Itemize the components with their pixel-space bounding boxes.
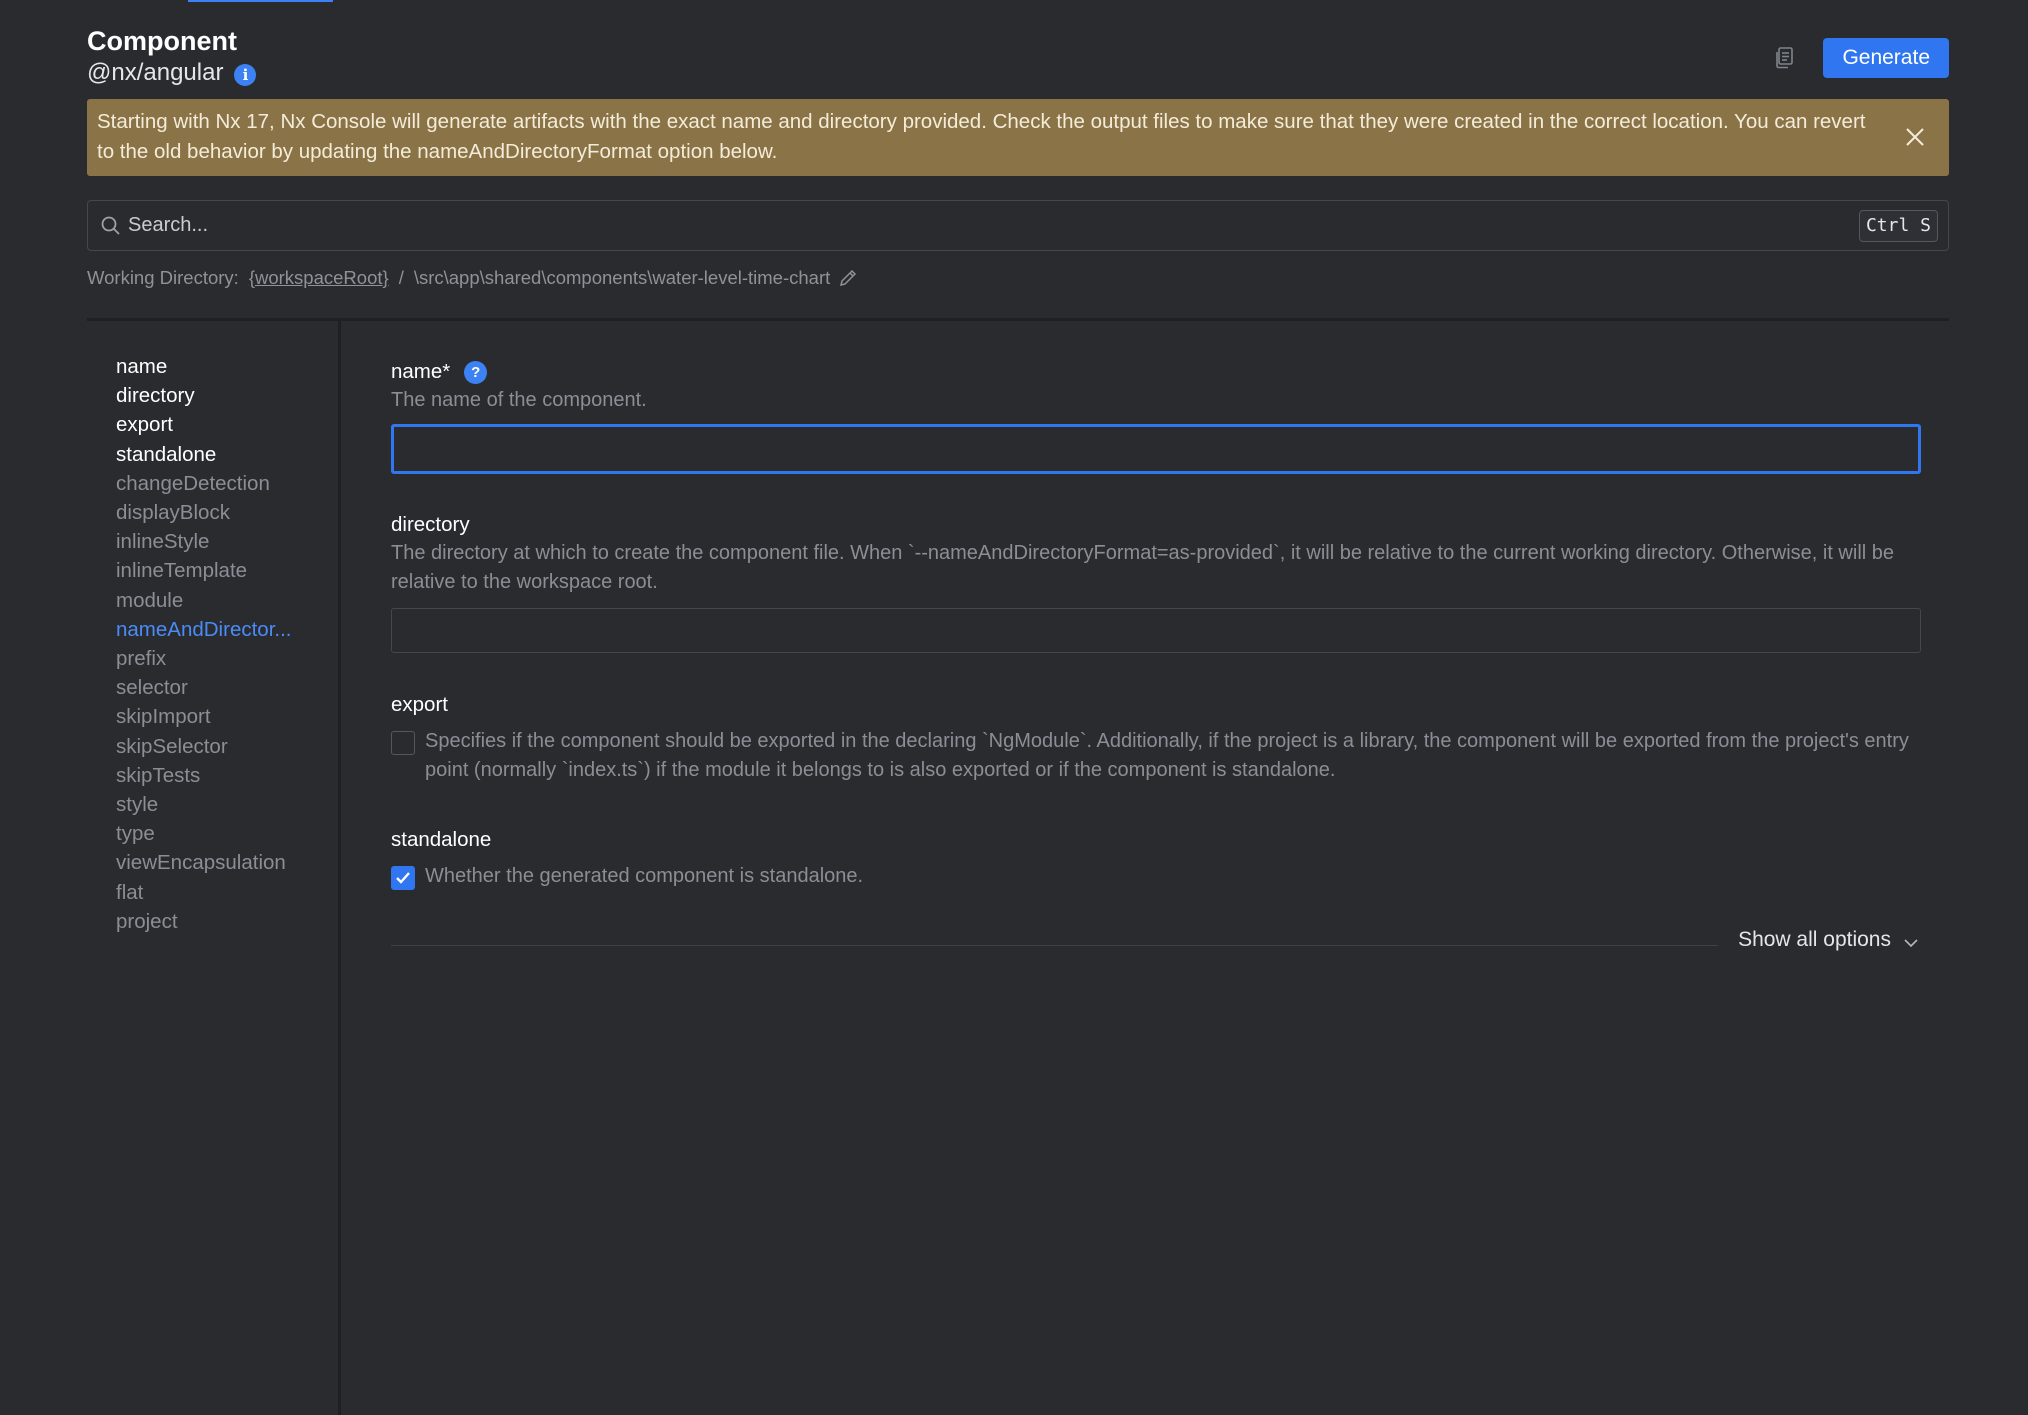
nav-item-standalone[interactable]: standalone [116,440,291,469]
generate-button[interactable]: Generate [1823,38,1949,78]
workspace-root-link[interactable]: {workspaceRoot} [249,267,389,289]
generator-page: Component @nx/angular i Generate Startin… [0,0,2028,1415]
field-export: export Specifies if the component should… [391,691,1921,786]
show-all-divider [391,944,1719,946]
warning-banner: Starting with Nx 17, Nx Console will gen… [87,99,1949,176]
help-icon[interactable]: ? [464,360,488,384]
active-tab-indicator [188,0,333,2]
nav-item-skiptests[interactable]: skipTests [116,761,291,790]
search-shortcut-badge: Ctrl S [1858,209,1938,242]
subtitle-row: @nx/angular i [87,58,1949,88]
show-all-options-row: Show all options [391,924,1921,956]
name-input[interactable] [391,423,1921,474]
nav-item-skipimport[interactable]: skipImport [116,702,291,731]
nav-item-style[interactable]: style [116,790,291,819]
nav-item-type[interactable]: type [116,819,291,848]
banner-text: Starting with Nx 17, Nx Console will gen… [97,110,1866,163]
generator-collection: @nx/angular [87,59,224,86]
standalone-checkbox[interactable] [391,865,415,890]
nav-item-skipselector[interactable]: skipSelector [116,732,291,761]
close-icon[interactable] [1901,123,1929,151]
show-all-options-label: Show all options [1738,928,1891,951]
options-nav: name directory export standalone changeD… [116,352,291,936]
nav-item-changedetection[interactable]: changeDetection [116,469,291,498]
standalone-checkbox-row: Whether the generated component is stand… [391,862,1921,892]
nav-item-inlinetemplate[interactable]: inlineTemplate [116,556,291,585]
field-directory-label: directory [391,512,470,536]
options-form: name* ? The name of the component. direc… [391,358,1921,891]
field-directory: directory The directory at which to crea… [391,511,1921,653]
header-actions: Generate [1771,38,1949,78]
check-icon [396,871,410,884]
nav-item-name[interactable]: name [116,352,291,381]
info-icon[interactable]: i [234,64,257,86]
nav-item-project[interactable]: project [116,907,291,936]
field-name: name* ? The name of the component. [391,358,1921,474]
chevron-down-icon [1903,933,1921,951]
export-checkbox-row: Specifies if the component should be exp… [391,727,1921,786]
working-directory-path: \src\app\shared\components\water-level-t… [413,267,831,288]
nav-item-directory[interactable]: directory [116,381,291,410]
nav-item-flat[interactable]: flat [116,878,291,907]
page-title: Component [87,26,237,56]
nav-item-selector[interactable]: selector [116,673,291,702]
pencil-icon[interactable] [838,268,858,288]
nav-item-viewencapsulation[interactable]: viewEncapsulation [116,848,291,877]
field-name-description: The name of the component. [391,389,647,411]
nav-item-prefix[interactable]: prefix [116,644,291,673]
field-directory-description: The directory at which to create the com… [391,541,1895,594]
search-bar: Ctrl S [87,200,1949,251]
directory-input[interactable] [391,607,1921,653]
nav-item-nameanddirectoryformat[interactable]: nameAndDirector... [116,615,291,644]
working-directory-label: Working Directory: [87,267,239,288]
export-checkbox[interactable] [391,730,415,755]
header-divider [87,318,1949,321]
nav-item-module[interactable]: module [116,586,291,615]
nav-item-inlinestyle[interactable]: inlineStyle [116,527,291,556]
field-name-label-row: name* ? [391,358,1921,386]
search-input[interactable] [128,214,1859,237]
nav-item-export[interactable]: export [116,410,291,439]
field-export-label: export [391,692,448,716]
search-icon [100,215,122,237]
path-separator: / [398,267,404,288]
field-standalone: standalone Whether the generated compone… [391,826,1921,892]
nav-item-displayblock[interactable]: displayBlock [116,498,291,527]
sidebar-divider [338,321,341,1415]
header: Component @nx/angular i Generate [87,26,1949,86]
copy-icon[interactable] [1771,45,1797,71]
field-export-description: Specifies if the component should be exp… [425,729,1909,782]
show-all-options-button[interactable]: Show all options [1738,928,1921,952]
field-name-label: name* [391,360,451,383]
working-directory: Working Directory: {workspaceRoot} / \sr… [87,267,858,289]
field-standalone-description: Whether the generated component is stand… [425,864,864,887]
field-standalone-label: standalone [391,827,492,851]
